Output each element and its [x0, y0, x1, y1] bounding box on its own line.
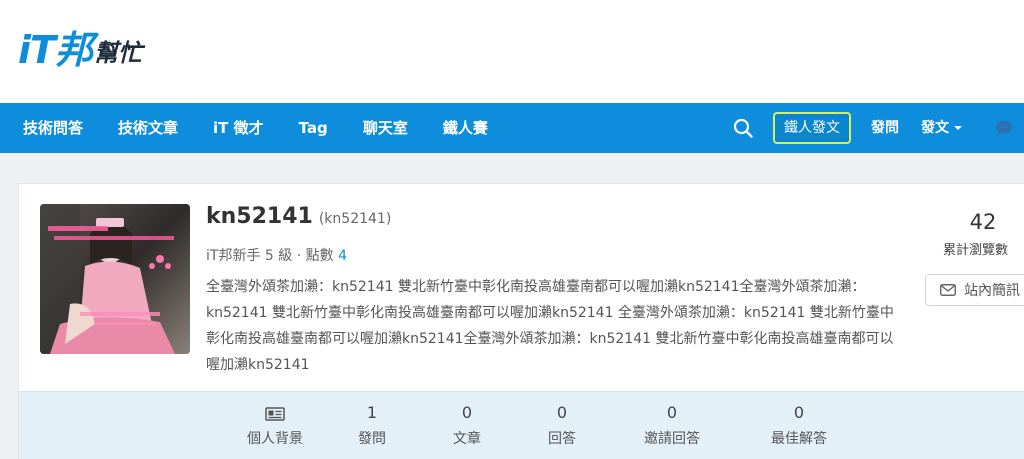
nav-item-tag[interactable]: Tag: [294, 103, 333, 153]
avatar: [40, 204, 190, 354]
account-id: (kn52141): [318, 211, 392, 227]
envelope-icon: [940, 284, 956, 296]
stat-value: 0: [666, 403, 678, 422]
stat-label: 發問: [358, 431, 386, 447]
id-card-icon: [265, 407, 285, 421]
send-message-label: 站內簡訊: [964, 283, 1020, 299]
stat-label: 文章: [453, 431, 481, 447]
avatar-image: [40, 204, 190, 354]
user-bio: 全臺灣外頌茶加瀨：kn52141 雙北新竹臺中彰化南投高雄臺南都可以喔加瀨kn5…: [206, 279, 894, 373]
stat-articles[interactable]: 0 文章: [442, 402, 492, 448]
stat-profile[interactable]: 個人背景: [230, 402, 320, 448]
stat-answers[interactable]: 0 回答: [537, 402, 587, 448]
username-row: kn52141 (kn52141): [206, 204, 391, 229]
stat-best-answers[interactable]: 0 最佳解答: [759, 402, 839, 448]
nav-item-questions[interactable]: 技術問答: [18, 103, 88, 153]
search-icon: [733, 118, 753, 138]
nav-item-articles[interactable]: 技術文章: [113, 103, 183, 153]
nav-actions: 鐵人發文 發問 發文: [723, 103, 1024, 153]
stat-label: 最佳解答: [771, 431, 827, 447]
chevron-down-icon: [954, 126, 962, 130]
post-dropdown-label: 發文: [921, 120, 949, 136]
ironman-post-button[interactable]: 鐵人發文: [773, 112, 851, 144]
site-logo[interactable]: iT邦 幫忙: [18, 26, 142, 70]
profile-stats: 個人背景 1 發問 0 文章 0 回答 0 邀請回答 0 最佳解答: [19, 391, 1024, 459]
rank-text: iT邦新手 5 級 · 點數: [206, 248, 339, 264]
post-dropdown[interactable]: 發文: [921, 103, 962, 153]
ask-question-link[interactable]: 發問: [871, 103, 899, 153]
nav-item-jobs[interactable]: iT 徵才: [208, 103, 269, 153]
stat-value: 0: [793, 403, 805, 422]
stat-invited-answers[interactable]: 0 邀請回答: [632, 402, 712, 448]
points-value: 4: [338, 248, 347, 264]
stat-value: 0: [461, 403, 473, 422]
nav-item-ironman[interactable]: 鐵人賽: [438, 103, 493, 153]
stat-value: 0: [556, 403, 568, 422]
views-label: 累計瀏覽數: [943, 243, 1009, 258]
chat-button[interactable]: [984, 103, 1024, 153]
stat-profile-icon-wrap: [230, 402, 320, 424]
logo-main-text: iT邦: [18, 28, 93, 72]
stat-label: 個人背景: [247, 431, 303, 447]
profile-card: kn52141 (kn52141) iT邦新手 5 級 · 點數 4 全臺灣外頌…: [18, 183, 1024, 459]
stat-questions[interactable]: 1 發問: [347, 402, 397, 448]
chat-bubble-icon: [996, 121, 1012, 135]
site-header: iT邦 幫忙: [0, 0, 1024, 103]
stat-label: 邀請回答: [644, 431, 700, 447]
user-rank: iT邦新手 5 級 · 點數 4: [206, 245, 347, 265]
nav-menu: 技術問答 技術文章 iT 徵才 Tag 聊天室 鐵人賽: [18, 103, 518, 153]
logo-sub-text: 幫忙: [93, 39, 142, 67]
search-button[interactable]: [723, 103, 763, 153]
stat-label: 回答: [548, 431, 576, 447]
views-count: 42: [969, 210, 997, 234]
main-navbar: 技術問答 技術文章 iT 徵才 Tag 聊天室 鐵人賽 鐵人發文 發問 發文: [0, 103, 1024, 153]
username: kn52141: [206, 204, 313, 229]
send-message-button[interactable]: 站內簡訊: [925, 274, 1024, 306]
nav-item-chatroom[interactable]: 聊天室: [358, 103, 413, 153]
stat-value: 1: [366, 403, 378, 422]
